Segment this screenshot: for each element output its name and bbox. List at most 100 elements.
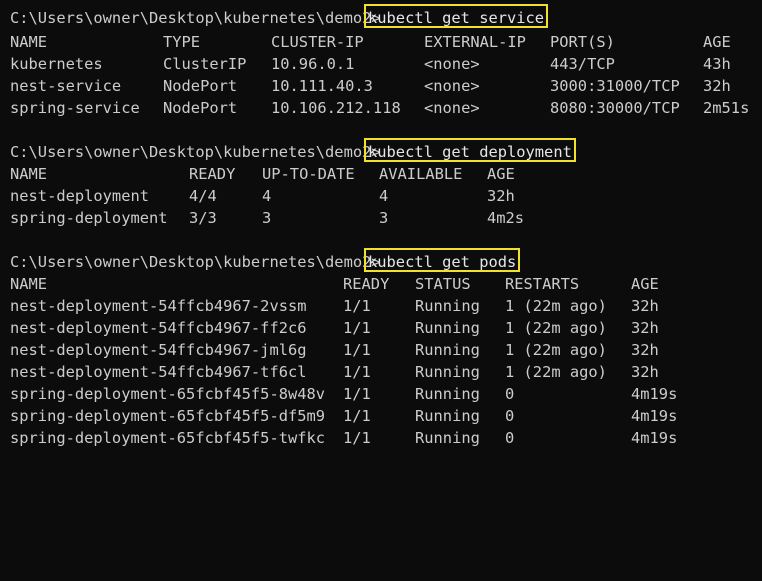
table-cell: 32h xyxy=(631,297,659,315)
table-cell: Running xyxy=(415,341,480,359)
table-cell: 1/1 xyxy=(343,407,371,425)
column-header: NAME xyxy=(10,165,48,183)
table-cell: nest-deployment xyxy=(10,187,149,205)
table-cell: 32h xyxy=(487,187,515,205)
column-header: TYPE xyxy=(163,33,201,51)
column-header: READY xyxy=(189,165,236,183)
table-cell: 4 xyxy=(379,187,389,205)
table-cell: kubernetes xyxy=(10,55,103,73)
table-cell: 3 xyxy=(379,209,389,227)
command-highlight-deployment: kubectl get deployment xyxy=(364,138,576,162)
table-cell: Running xyxy=(415,319,480,337)
table-cell: 32h xyxy=(631,363,659,381)
command-highlight-service: kubectl get service xyxy=(364,4,549,28)
table-cell: <none> xyxy=(424,99,480,117)
terminal-window[interactable]: C:\Users\owner\Desktop\kubernetes\demo2>… xyxy=(0,0,762,461)
column-header: RESTARTS xyxy=(505,275,580,293)
prompt-line-pods: C:\Users\owner\Desktop\kubernetes\demo2>… xyxy=(0,248,762,273)
table-header: NAME READY UP-TO-DATE AVAILABLE AGE xyxy=(0,163,762,185)
table-row: spring-deployment-65fcbf45f5-df5m9 1/1 R… xyxy=(0,405,762,427)
table-cell: 4m19s xyxy=(631,407,678,425)
table-cell: 1/1 xyxy=(343,385,371,403)
table-cell: 3 xyxy=(262,209,272,227)
table-cell: 8080:30000/TCP xyxy=(550,99,680,117)
prompt-line-service: C:\Users\owner\Desktop\kubernetes\demo2>… xyxy=(0,4,762,29)
column-header: PORT(S) xyxy=(550,33,615,51)
prompt-path: C:\Users\owner\Desktop\kubernetes\demo2> xyxy=(10,253,381,271)
table-cell: 1/1 xyxy=(343,319,371,337)
table-cell: 2m51s xyxy=(703,99,750,117)
column-header: AVAILABLE xyxy=(379,165,463,183)
table-cell: Running xyxy=(415,297,480,315)
table-cell: 1/1 xyxy=(343,297,371,315)
table-cell: Running xyxy=(415,429,480,447)
table-cell: 43h xyxy=(703,55,731,73)
column-header: AGE xyxy=(631,275,659,293)
table-cell: 0 xyxy=(505,429,515,447)
prompt-path: C:\Users\owner\Desktop\kubernetes\demo2> xyxy=(10,143,381,161)
table-cell: spring-deployment xyxy=(10,209,168,227)
table-row: nest-deployment-54ffcb4967-jml6g 1/1 Run… xyxy=(0,339,762,361)
table-cell: 1/1 xyxy=(343,363,371,381)
table-cell: 1 (22m ago) xyxy=(505,319,607,337)
table-row: spring-service NodePort 10.106.212.118 <… xyxy=(0,97,762,119)
column-header: AGE xyxy=(487,165,515,183)
table-cell: spring-service xyxy=(10,99,140,117)
column-header: STATUS xyxy=(415,275,471,293)
table-cell: Running xyxy=(415,363,480,381)
table-cell: spring-deployment-65fcbf45f5-df5m9 xyxy=(10,407,326,425)
table-cell: 1/1 xyxy=(343,429,371,447)
table-cell: 1 (22m ago) xyxy=(505,297,607,315)
column-header: READY xyxy=(343,275,390,293)
table-cell: 1 (22m ago) xyxy=(505,363,607,381)
table-row: nest-deployment-54ffcb4967-tf6cl 1/1 Run… xyxy=(0,361,762,383)
table-cell: nest-service xyxy=(10,77,122,95)
table-header: NAME READY STATUS RESTARTS AGE xyxy=(0,273,762,295)
table-cell: 4m19s xyxy=(631,385,678,403)
table-cell: 4 xyxy=(262,187,272,205)
table-row: spring-deployment-65fcbf45f5-8w48v 1/1 R… xyxy=(0,383,762,405)
table-row: kubernetes ClusterIP 10.96.0.1 <none> 44… xyxy=(0,53,762,75)
table-cell: 32h xyxy=(703,77,731,95)
table-cell: 1 (22m ago) xyxy=(505,341,607,359)
table-cell: 3000:31000/TCP xyxy=(550,77,680,95)
column-header: EXTERNAL-IP xyxy=(424,33,526,51)
table-row: spring-deployment-65fcbf45f5-twfkc 1/1 R… xyxy=(0,427,762,449)
table-cell: 10.96.0.1 xyxy=(271,55,355,73)
table-cell: nest-deployment-54ffcb4967-ff2c6 xyxy=(10,319,307,337)
table-cell: nest-deployment-54ffcb4967-2vssm xyxy=(10,297,307,315)
table-row: nest-deployment 4/4 4 4 32h xyxy=(0,185,762,207)
table-cell: 4/4 xyxy=(189,187,217,205)
table-cell: <none> xyxy=(424,55,480,73)
table-cell: 32h xyxy=(631,341,659,359)
table-row: nest-deployment-54ffcb4967-2vssm 1/1 Run… xyxy=(0,295,762,317)
table-cell: 443/TCP xyxy=(550,55,615,73)
table-row: spring-deployment 3/3 3 3 4m2s xyxy=(0,207,762,229)
table-cell: 10.106.212.118 xyxy=(271,99,401,117)
table-cell: nest-deployment-54ffcb4967-tf6cl xyxy=(10,363,307,381)
column-header: NAME xyxy=(10,275,48,293)
table-row: nest-deployment-54ffcb4967-ff2c6 1/1 Run… xyxy=(0,317,762,339)
table-row: nest-service NodePort 10.111.40.3 <none>… xyxy=(0,75,762,97)
table-cell: spring-deployment-65fcbf45f5-8w48v xyxy=(10,385,326,403)
command-highlight-pods: kubectl get pods xyxy=(364,248,521,272)
table-cell: 4m19s xyxy=(631,429,678,447)
table-cell: 0 xyxy=(505,385,515,403)
column-header: NAME xyxy=(10,33,48,51)
table-cell: Running xyxy=(415,385,480,403)
table-cell: Running xyxy=(415,407,480,425)
table-cell: ClusterIP xyxy=(163,55,247,73)
table-cell: NodePort xyxy=(163,77,238,95)
table-cell: 1/1 xyxy=(343,341,371,359)
table-cell: 10.111.40.3 xyxy=(271,77,373,95)
table-cell: NodePort xyxy=(163,99,238,117)
table-cell: spring-deployment-65fcbf45f5-twfkc xyxy=(10,429,326,447)
column-header: AGE xyxy=(703,33,731,51)
table-cell: <none> xyxy=(424,77,480,95)
prompt-path: C:\Users\owner\Desktop\kubernetes\demo2> xyxy=(10,9,381,27)
column-header: CLUSTER-IP xyxy=(271,33,364,51)
table-cell: 4m2s xyxy=(487,209,525,227)
table-header: NAME TYPE CLUSTER-IP EXTERNAL-IP PORT(S)… xyxy=(0,31,762,53)
column-header: UP-TO-DATE xyxy=(262,165,355,183)
table-cell: 32h xyxy=(631,319,659,337)
